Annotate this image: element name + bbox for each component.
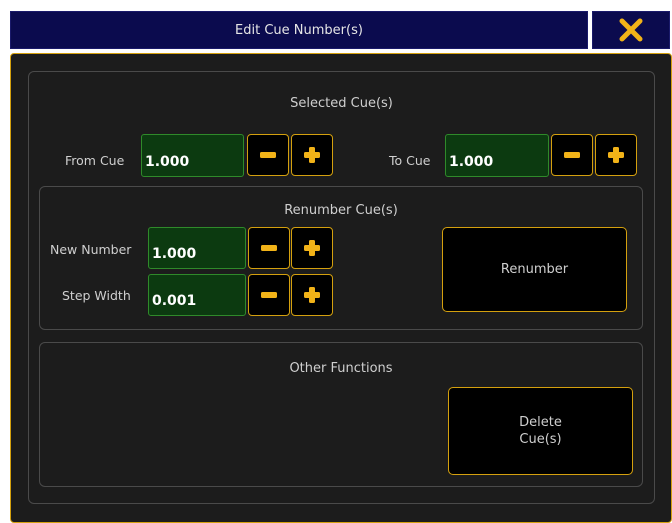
renumber-button-label: Renumber: [500, 262, 569, 277]
step-width-label: Step Width: [62, 288, 131, 303]
title-bar: Edit Cue Number(s): [10, 11, 588, 49]
from-cue-label: From Cue: [65, 153, 125, 168]
selected-cues-panel: Selected Cue(s) From Cue 1.000 To Cue 1.…: [28, 71, 655, 504]
renumber-button[interactable]: Renumber: [442, 227, 627, 312]
from-cue-decrement-button[interactable]: [247, 134, 289, 176]
plus-icon: [304, 287, 320, 303]
delete-cues-label-line1: Delete: [519, 415, 562, 430]
to-cue-field[interactable]: 1.000: [445, 134, 549, 177]
minus-icon: [261, 245, 277, 251]
dialog-body: Selected Cue(s) From Cue 1.000 To Cue 1.…: [10, 53, 672, 523]
new-number-increment-button[interactable]: [291, 227, 333, 269]
from-cue-value: 1.000: [145, 154, 190, 170]
edit-cue-number-window: Edit Cue Number(s) Selected Cue(s) From …: [0, 0, 672, 523]
other-functions-panel: Other Functions Delete Cue(s): [39, 342, 643, 487]
new-number-decrement-button[interactable]: [248, 227, 290, 269]
from-cue-increment-button[interactable]: [291, 134, 333, 176]
delete-cues-button[interactable]: Delete Cue(s): [448, 387, 633, 475]
selected-cues-title: Selected Cue(s): [290, 96, 393, 111]
minus-icon: [261, 292, 277, 298]
minus-icon: [260, 152, 276, 158]
new-number-label: New Number: [50, 242, 132, 257]
step-width-decrement-button[interactable]: [248, 274, 290, 316]
to-cue-value: 1.000: [449, 154, 494, 170]
renumber-cues-panel: Renumber Cue(s) New Number 1.000 Step Wi…: [39, 186, 643, 330]
to-cue-label: To Cue: [389, 153, 431, 168]
renumber-cues-title: Renumber Cue(s): [284, 203, 398, 218]
from-cue-field[interactable]: 1.000: [141, 134, 244, 177]
step-width-value: 0.001: [152, 293, 197, 309]
step-width-increment-button[interactable]: [291, 274, 333, 316]
close-button[interactable]: [592, 11, 670, 49]
to-cue-decrement-button[interactable]: [551, 134, 593, 176]
new-number-value: 1.000: [152, 246, 197, 262]
plus-icon: [304, 147, 320, 163]
close-icon: [619, 18, 643, 42]
new-number-field[interactable]: 1.000: [148, 227, 246, 269]
delete-cues-label-line2: Cue(s): [519, 432, 562, 447]
to-cue-increment-button[interactable]: [595, 134, 637, 176]
window-title: Edit Cue Number(s): [235, 22, 363, 38]
minus-icon: [564, 152, 580, 158]
step-width-field[interactable]: 0.001: [148, 274, 246, 316]
other-functions-title: Other Functions: [289, 361, 393, 376]
plus-icon: [304, 240, 320, 256]
plus-icon: [608, 147, 624, 163]
